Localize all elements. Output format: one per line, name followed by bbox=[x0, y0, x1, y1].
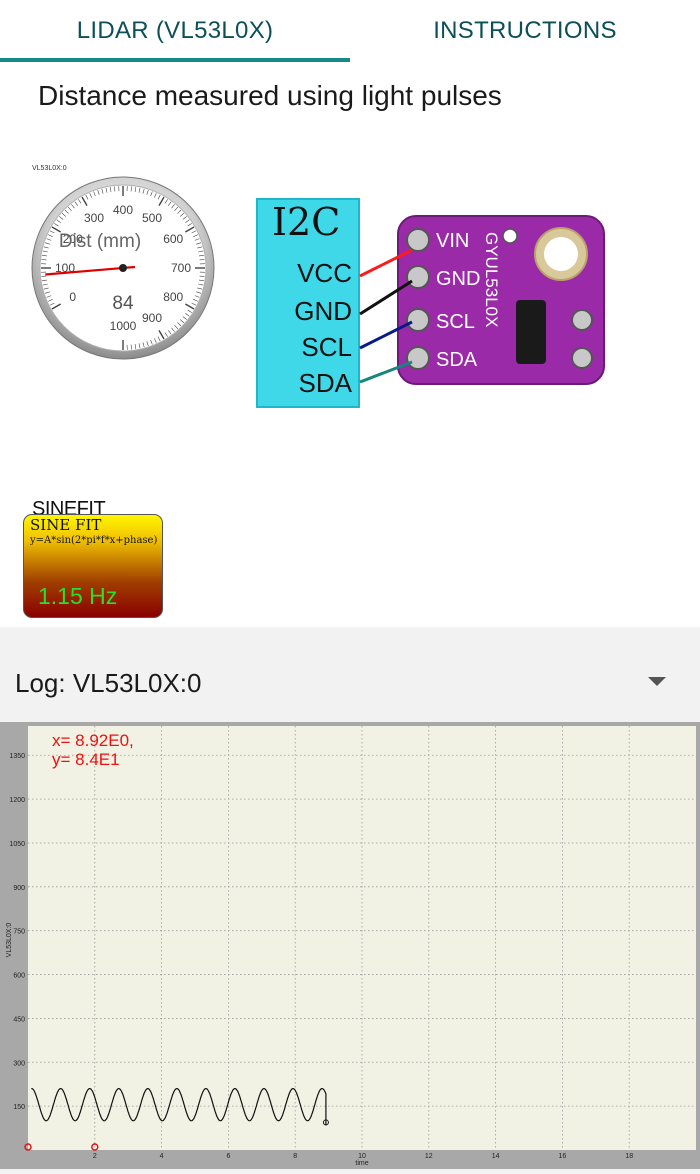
board-pin-vin: VIN bbox=[436, 230, 469, 252]
log-chart[interactable]: 2 4 6 8 10 12 14 16 18 150 300 450 600 750 900 1050 120… bbox=[0, 722, 700, 1169]
x-tick-label: 14 bbox=[492, 1153, 500, 1160]
board-pin-sda: SDA bbox=[436, 349, 478, 371]
pin-label-vcc: VCC bbox=[272, 258, 352, 289]
x-tick-label: 2 bbox=[93, 1153, 97, 1160]
gauge-tick-label: 700 bbox=[171, 261, 191, 275]
pin-pad-xshut bbox=[572, 310, 592, 330]
gauge-tick-label: 800 bbox=[163, 290, 183, 304]
y-tick-label: 1200 bbox=[9, 797, 25, 804]
y-tick-label: 1050 bbox=[9, 841, 25, 848]
y-tick-label: 450 bbox=[13, 1016, 25, 1023]
pin-label-gnd: GND bbox=[272, 296, 352, 327]
y-axis-label: VL53L0X:0 bbox=[6, 923, 13, 958]
y-tick-label: 600 bbox=[13, 973, 25, 980]
x-tick-label: 8 bbox=[293, 1153, 297, 1160]
pin-pad-sda bbox=[407, 347, 429, 369]
pin-pad-scl bbox=[407, 309, 429, 331]
gauge-tick-label: 900 bbox=[142, 311, 162, 325]
x-tick-label: 12 bbox=[425, 1153, 433, 1160]
tab-bar: LIDAR (VL53L0X) INSTRUCTIONS bbox=[0, 0, 700, 62]
pin-pad-gnd bbox=[407, 266, 429, 288]
log-chart-svg: 2 4 6 8 10 12 14 16 18 150 300 450 600 750 900 1050 120… bbox=[0, 722, 700, 1169]
gauge-tick-label: 1000 bbox=[110, 319, 137, 333]
gauge-sensor-tag: VL53L0X:0 bbox=[32, 165, 67, 172]
mounting-hole-center bbox=[544, 237, 578, 271]
page-heading: Distance measured using light pulses bbox=[38, 80, 502, 112]
gauge-hub bbox=[119, 264, 127, 272]
x-axis-label: time bbox=[355, 1160, 368, 1167]
gauge-tick-label: 0 bbox=[69, 290, 76, 304]
board-model-label: GYUL53L0X bbox=[482, 232, 501, 327]
cursor-readout-y: y= 8.4E1 bbox=[52, 750, 120, 769]
gauge-tick-label: 400 bbox=[113, 203, 133, 217]
sinefit-title: SINE FIT bbox=[30, 516, 101, 534]
y-tick-label: 1350 bbox=[9, 753, 25, 760]
y-tick-label: 750 bbox=[13, 929, 25, 936]
via-icon bbox=[503, 229, 517, 243]
x-tick-label: 10 bbox=[358, 1153, 366, 1160]
pin-label-scl: SCL bbox=[272, 332, 352, 363]
pin-pad-vin bbox=[407, 229, 429, 251]
x-tick-label: 4 bbox=[160, 1153, 164, 1160]
distance-gauge: 01002003004005006007008009001000 Dist (m… bbox=[30, 175, 216, 361]
y-tick-label: 150 bbox=[13, 1104, 25, 1111]
tab-instructions[interactable]: INSTRUCTIONS bbox=[350, 0, 700, 62]
tab-lidar[interactable]: LIDAR (VL53L0X) bbox=[0, 0, 350, 62]
log-selector-label[interactable]: Log: VL53L0X:0 bbox=[15, 668, 202, 699]
board-pin-scl: SCL bbox=[436, 311, 475, 333]
cursor-readout-x: x= 8.92E0, bbox=[52, 731, 134, 750]
sinefit-formula: y=A*sin(2*pi*f*x+phase) bbox=[30, 535, 157, 546]
y-tick-label: 900 bbox=[13, 885, 25, 892]
triangle-down-icon[interactable] bbox=[648, 677, 666, 686]
i2c-title: I2C bbox=[272, 200, 340, 244]
gauge-tick-label: 500 bbox=[142, 211, 162, 225]
gauge-tick-label: 300 bbox=[84, 211, 104, 225]
gauge-unit-label: Dist (mm) bbox=[59, 231, 141, 252]
pin-pad-gpio bbox=[572, 348, 592, 368]
x-tick-label: 18 bbox=[625, 1153, 633, 1160]
gauge-tick-label: 600 bbox=[163, 232, 183, 246]
x-tick-label: 16 bbox=[559, 1153, 567, 1160]
y-tick-label: 300 bbox=[13, 1060, 25, 1067]
gauge-value: 84 bbox=[112, 293, 134, 314]
pin-label-sda: SDA bbox=[272, 368, 352, 399]
board-pin-gnd: GND bbox=[436, 268, 480, 290]
sinefit-widget[interactable]: SINE FIT y=A*sin(2*pi*f*x+phase) 1.15 Hz bbox=[23, 514, 163, 618]
sensor-chip bbox=[516, 300, 546, 364]
vl53l0x-board-image: VIN GND SCL SDA GYUL53L0X bbox=[396, 214, 606, 386]
x-tick-label: 6 bbox=[226, 1153, 230, 1160]
sinefit-frequency: 1.15 Hz bbox=[38, 583, 117, 610]
